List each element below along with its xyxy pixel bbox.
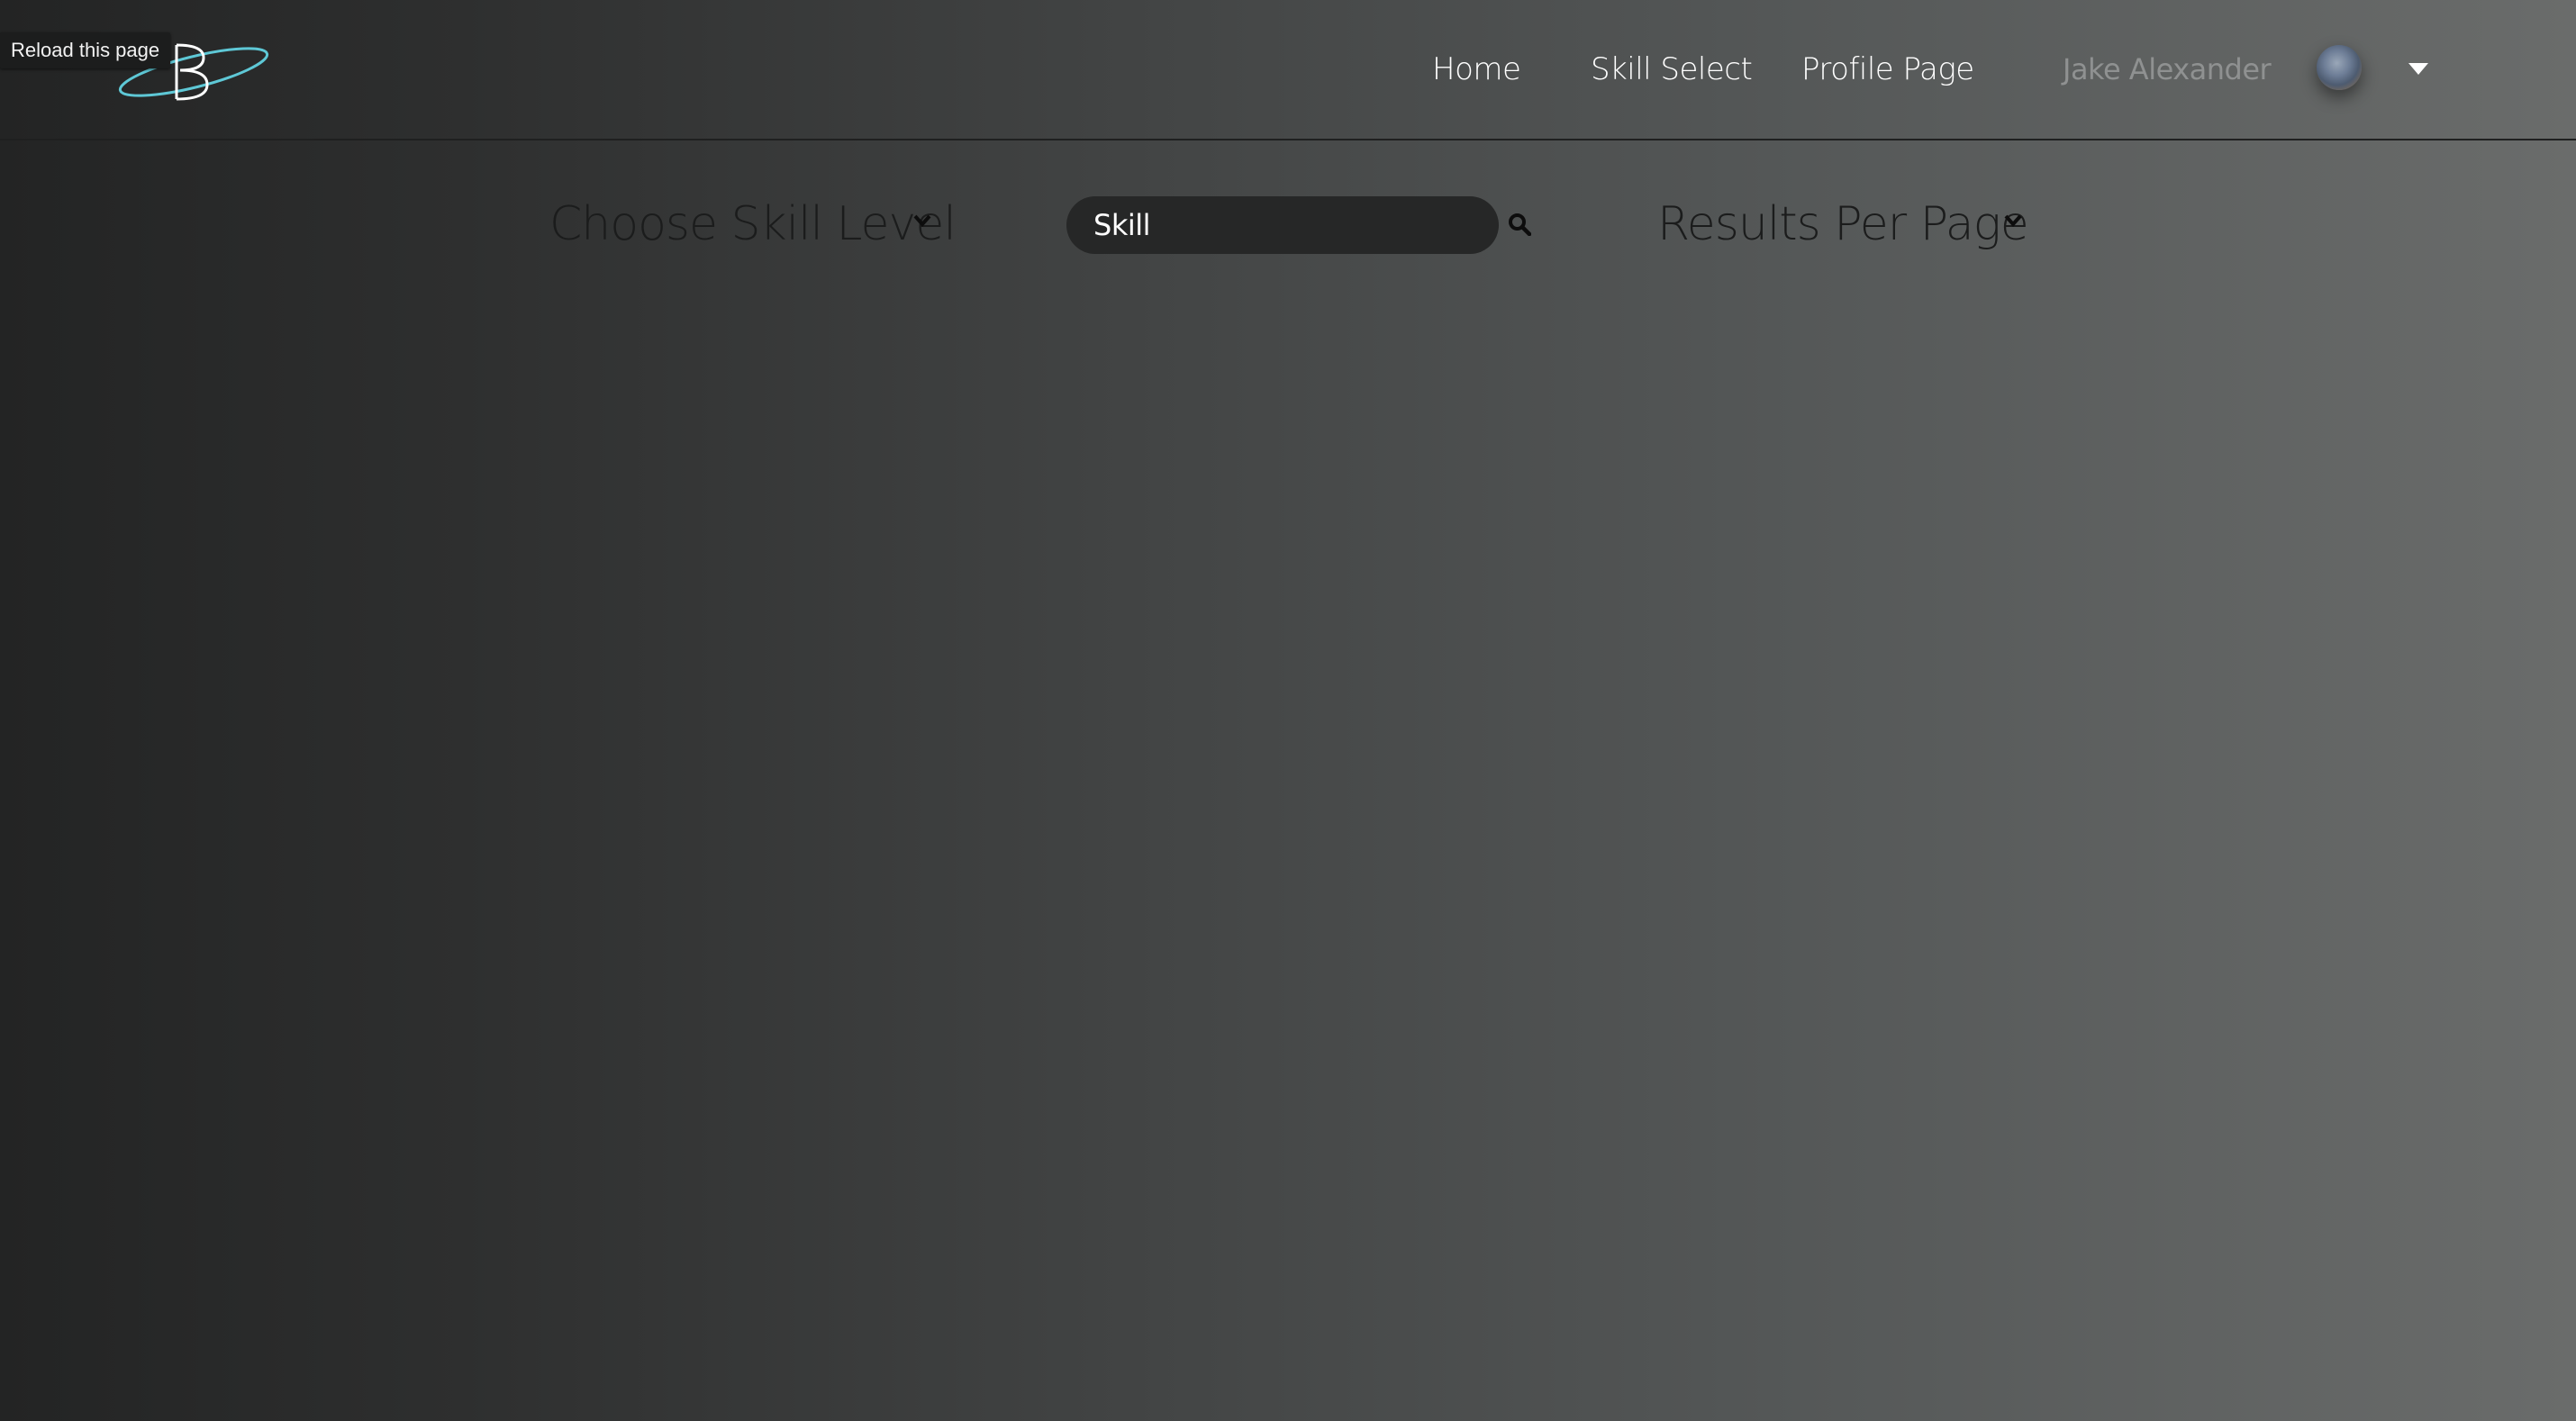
chevron-down-icon[interactable] bbox=[913, 214, 931, 227]
user-avatar[interactable] bbox=[2317, 45, 2362, 90]
skill-level-dropdown[interactable]: Choose Skill Level bbox=[549, 193, 957, 256]
nav-profile-page-link[interactable]: Profile Page bbox=[1801, 47, 1974, 92]
nav-home-link[interactable]: Home bbox=[1432, 47, 1521, 92]
user-name[interactable]: Jake Alexander bbox=[2063, 47, 2272, 92]
top-navbar: Reload this page Home Skill Select Profi… bbox=[0, 0, 2576, 140]
search-icon[interactable] bbox=[1508, 213, 1531, 236]
nav-skill-select-link[interactable]: Skill Select bbox=[1591, 47, 1753, 92]
chevron-down-icon[interactable] bbox=[2004, 214, 2022, 227]
reload-tooltip: Reload this page bbox=[0, 32, 171, 68]
caret-down-icon[interactable] bbox=[2408, 63, 2428, 76]
results-per-page-dropdown[interactable]: Results Per Page bbox=[1657, 193, 2029, 256]
skill-search-input[interactable] bbox=[1066, 196, 1499, 254]
